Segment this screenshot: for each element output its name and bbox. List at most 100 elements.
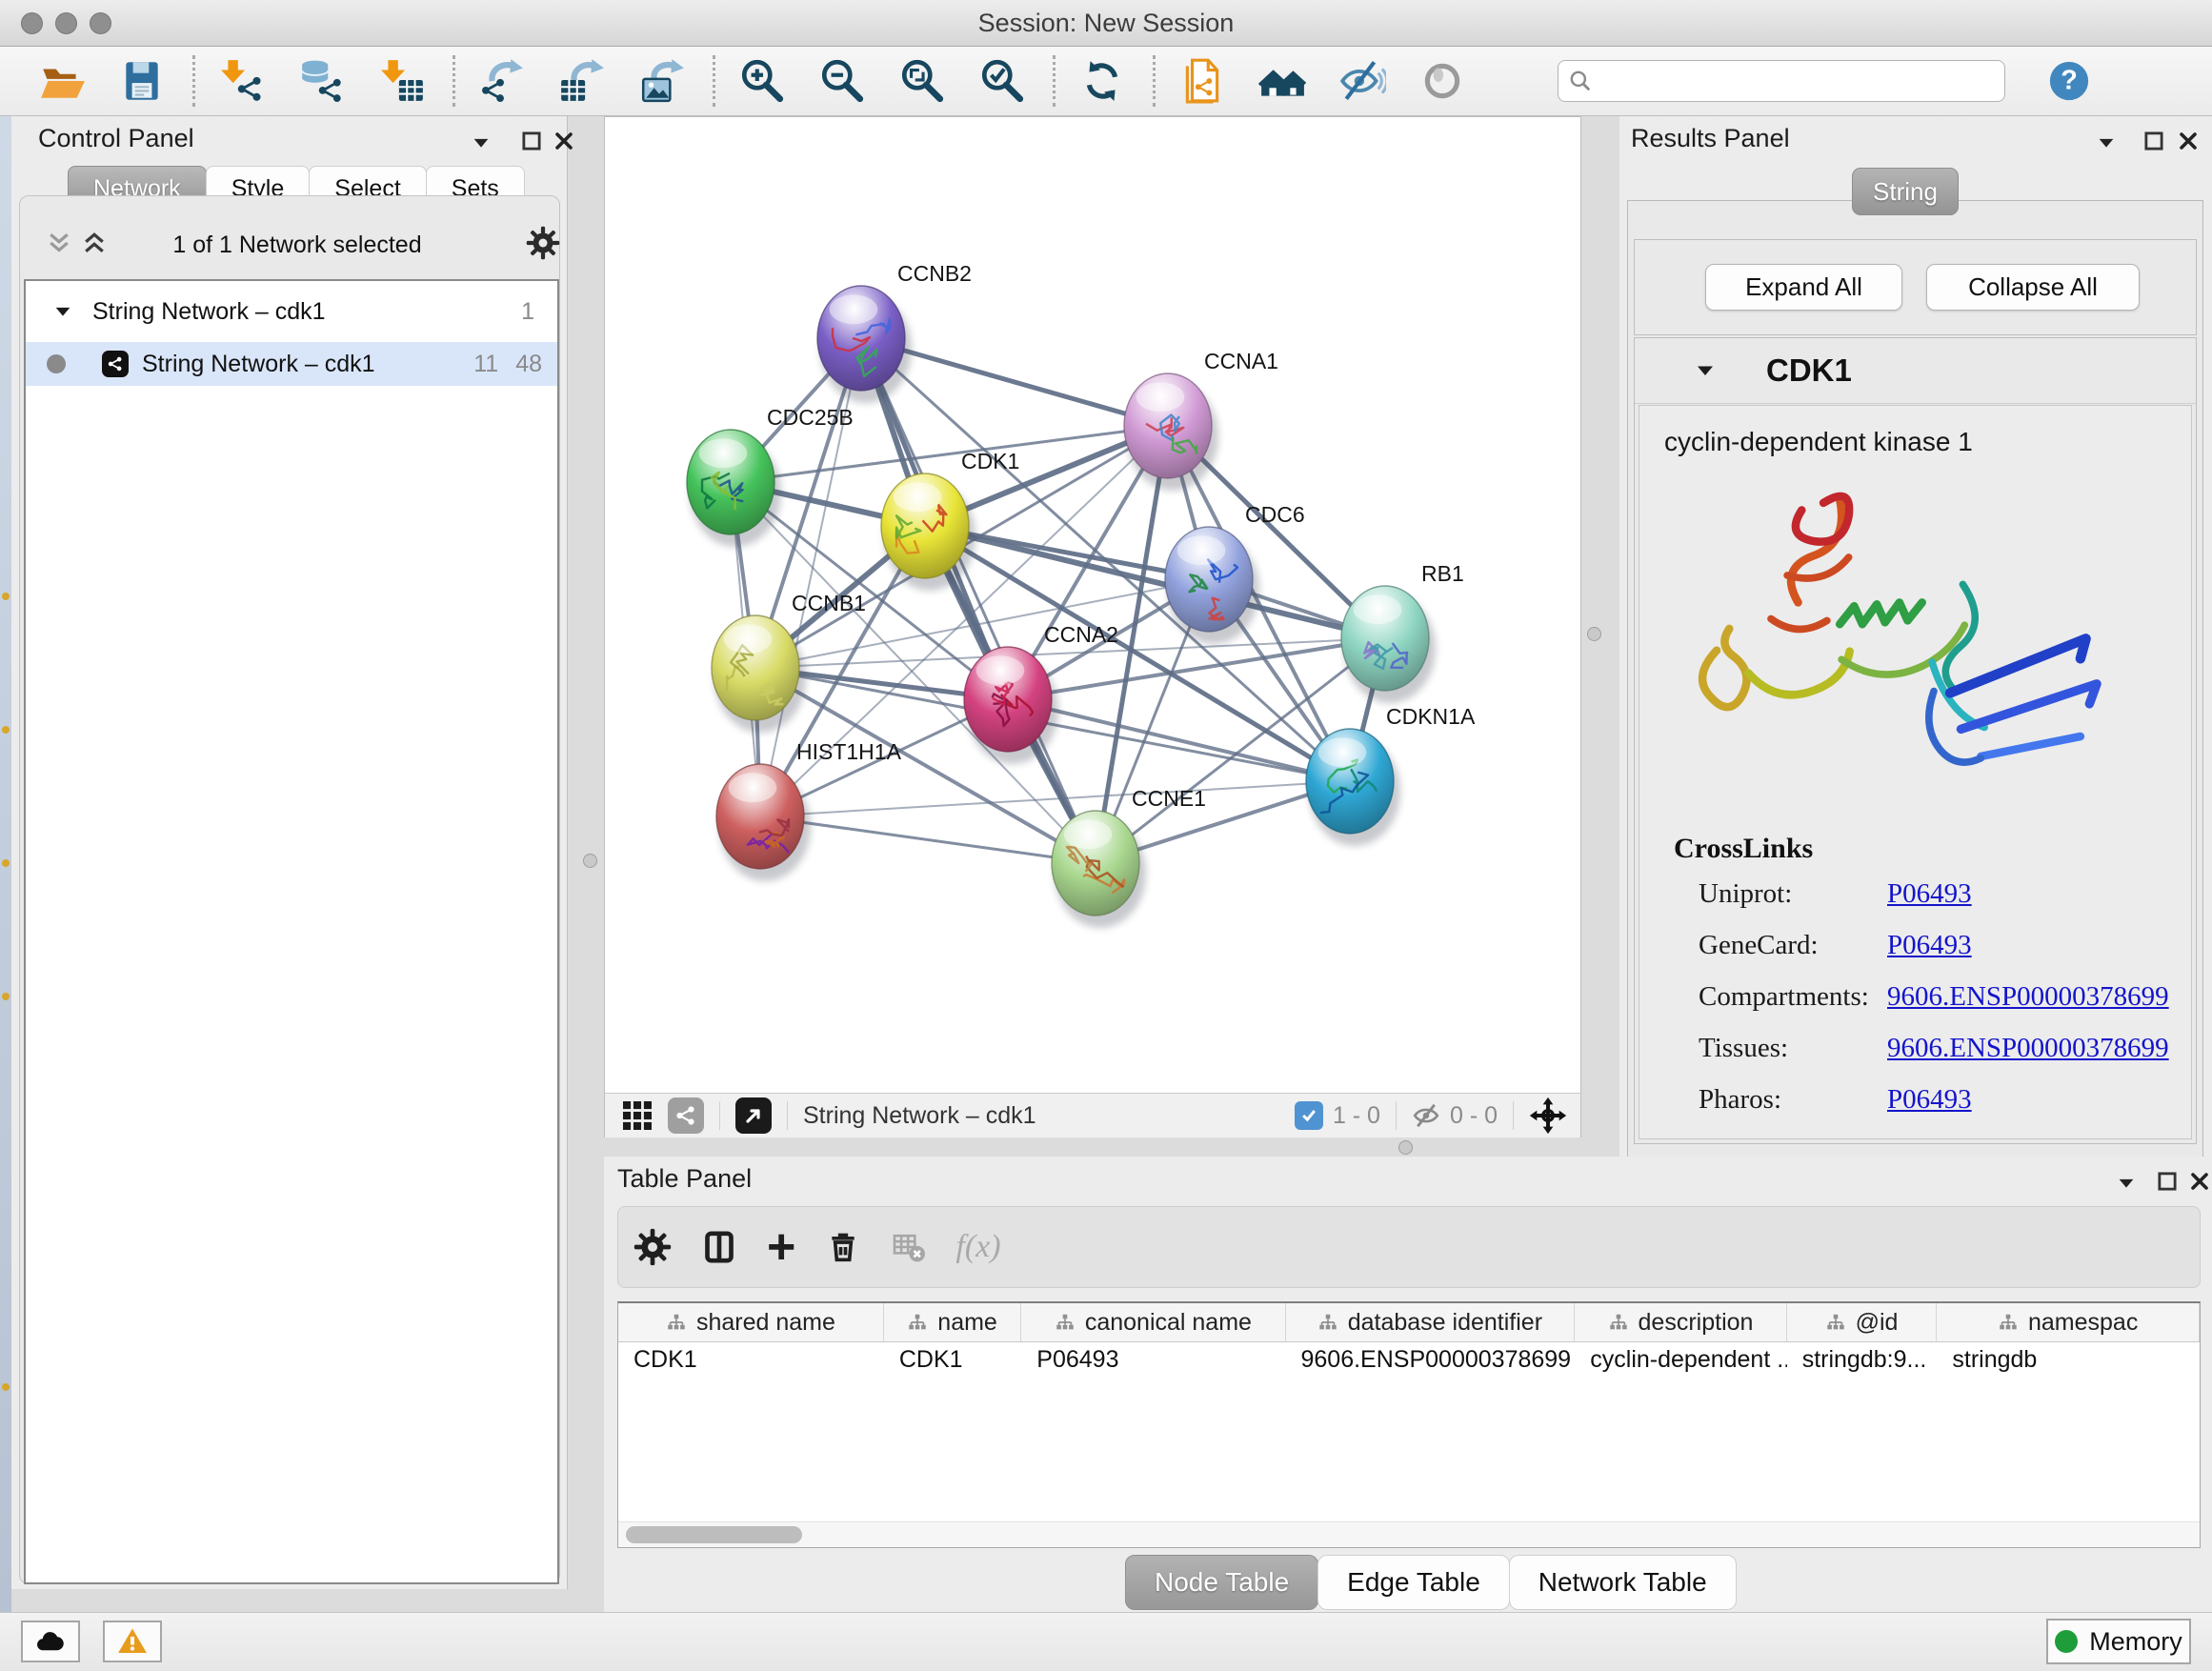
table-cell[interactable]: P06493 [1021, 1342, 1285, 1380]
hidden-eye-icon[interactable] [1412, 1101, 1440, 1130]
save-session-icon[interactable] [118, 57, 166, 105]
zoom-in-icon[interactable] [738, 57, 786, 105]
export-image-icon[interactable] [638, 57, 686, 105]
network-row-selected[interactable]: String Network – cdk1 11 48 [26, 342, 557, 386]
columns-icon[interactable] [700, 1228, 738, 1266]
import-network-file-icon[interactable] [218, 57, 266, 105]
float-panel-icon[interactable] [2155, 1169, 2180, 1194]
table-cell[interactable]: stringdb [1937, 1342, 2200, 1380]
expand-all-networks-icon[interactable] [80, 229, 109, 257]
horizontal-scrollbar[interactable] [618, 1521, 2200, 1547]
zoom-out-icon[interactable] [818, 57, 866, 105]
import-network-database-icon[interactable] [298, 57, 346, 105]
node-result-header[interactable]: CDK1 [1635, 338, 2196, 404]
network-collection-row[interactable]: String Network – cdk1 1 [26, 281, 557, 342]
add-icon[interactable]: + [767, 1228, 795, 1266]
node-description: cyclin-dependent kinase 1 [1664, 427, 2191, 457]
table-cell[interactable]: cyclin-dependent ... [1575, 1342, 1786, 1380]
collapse-all-button[interactable]: Collapse All [1926, 264, 2140, 311]
crosslink-link[interactable]: P06493 [1887, 1084, 1972, 1116]
gear-icon[interactable] [633, 1228, 672, 1266]
export-network-icon[interactable] [478, 57, 526, 105]
grid-view-icon[interactable] [620, 1098, 654, 1133]
zoom-fit-icon[interactable] [898, 57, 946, 105]
collapse-all-networks-icon[interactable] [45, 229, 73, 257]
scrollbar-thumb[interactable] [626, 1526, 802, 1543]
close-panel-icon[interactable] [553, 130, 575, 152]
column-header[interactable]: canonical name [1021, 1303, 1285, 1341]
float-panel-icon[interactable] [519, 129, 544, 153]
collapse-entry-icon[interactable] [1694, 359, 1717, 382]
network-node[interactable]: RB1 [1341, 561, 1464, 703]
crosslink-link[interactable]: 9606.ENSP00000378699 [1887, 1033, 2169, 1064]
hide-eye-icon[interactable] [1338, 57, 1386, 105]
network-options-gear-icon[interactable] [526, 226, 560, 260]
selected-checkbox-icon[interactable] [1295, 1101, 1323, 1130]
right-splitter-handle[interactable] [1587, 627, 1601, 641]
table-cell[interactable]: CDK1 [884, 1342, 1021, 1380]
show-eye-icon[interactable] [1418, 57, 1466, 105]
tab-edge-table[interactable]: Edge Table [1317, 1555, 1510, 1610]
table-cell[interactable]: 9606.ENSP00000378699 [1286, 1342, 1576, 1380]
cloud-status-button[interactable] [21, 1621, 80, 1662]
zoom-window-icon[interactable] [90, 12, 111, 34]
table-row[interactable]: CDK1CDK1P064939606.ENSP00000378699cyclin… [618, 1342, 2200, 1380]
table-cell[interactable]: stringdb:9... [1787, 1342, 1938, 1380]
help-icon[interactable]: ? [2047, 59, 2091, 103]
network-overview-icon[interactable] [668, 1097, 704, 1134]
network-canvas[interactable]: CCNB2CCNA1CDC25BCDK1CDC6RB1CCNB1CCNA2CDK… [605, 117, 1580, 1093]
network-node[interactable]: CDC6 [1165, 502, 1305, 644]
network-edge[interactable] [1008, 699, 1350, 781]
left-splitter-handle[interactable] [583, 854, 597, 868]
column-header[interactable]: name [884, 1303, 1021, 1341]
network-node[interactable]: CDC25B [687, 405, 854, 547]
column-header[interactable]: @id [1787, 1303, 1938, 1341]
warnings-button[interactable] [103, 1621, 162, 1662]
network-node[interactable]: CCNE1 [1052, 786, 1206, 928]
minimize-window-icon[interactable] [55, 12, 77, 34]
network-edge[interactable] [861, 338, 1096, 863]
tab-node-table[interactable]: Node Table [1125, 1555, 1318, 1610]
float-panel-icon[interactable] [2142, 129, 2166, 153]
refresh-icon[interactable] [1078, 57, 1126, 105]
clear-table-icon[interactable] [891, 1229, 927, 1265]
import-table-file-icon[interactable] [378, 57, 426, 105]
table-cell[interactable]: CDK1 [618, 1342, 884, 1380]
column-header[interactable]: namespac [1937, 1303, 2200, 1341]
network-node[interactable]: CDKN1A [1306, 704, 1476, 846]
collection-expander-icon[interactable] [52, 301, 73, 322]
crosslinks-title: CrossLinks [1674, 833, 2191, 865]
open-session-icon[interactable] [38, 57, 86, 105]
function-icon[interactable]: f(x) [955, 1229, 1000, 1265]
tab-network-table[interactable]: Network Table [1509, 1555, 1737, 1610]
network-node[interactable]: CCNB1 [712, 591, 866, 733]
detach-view-icon[interactable] [735, 1097, 772, 1134]
close-window-icon[interactable] [21, 12, 43, 34]
tab-string-results[interactable]: String [1852, 168, 1959, 215]
close-panel-icon[interactable] [2177, 130, 2200, 152]
memory-button[interactable]: Memory [2046, 1619, 2191, 1664]
home-networks-icon[interactable] [1258, 57, 1306, 105]
network-node[interactable]: CCNB2 [817, 261, 972, 403]
panel-menu-icon[interactable] [2116, 1173, 2137, 1194]
bottom-splitter-handle[interactable] [1398, 1140, 1413, 1155]
export-table-icon[interactable] [558, 57, 606, 105]
search-field[interactable] [1593, 67, 1978, 95]
expand-all-button[interactable]: Expand All [1705, 264, 1902, 311]
crosslink-link[interactable]: P06493 [1887, 878, 1972, 910]
panel-menu-icon[interactable] [2096, 132, 2117, 153]
column-header[interactable]: shared name [618, 1303, 884, 1341]
close-panel-icon[interactable] [2188, 1170, 2211, 1193]
network-node[interactable]: CCNA1 [1124, 349, 1278, 491]
crosslink-link[interactable]: P06493 [1887, 930, 1972, 961]
string-document-icon[interactable] [1178, 57, 1226, 105]
delete-icon[interactable] [824, 1228, 862, 1266]
panel-menu-icon[interactable] [471, 132, 492, 153]
column-header[interactable]: description [1575, 1303, 1786, 1341]
column-header[interactable]: database identifier [1286, 1303, 1576, 1341]
network-graph[interactable]: CCNB2CCNA1CDC25BCDK1CDC6RB1CCNB1CCNA2CDK… [605, 117, 1580, 1093]
birdseye-navigator-icon[interactable] [1529, 1097, 1567, 1135]
search-input[interactable] [1558, 60, 2005, 102]
zoom-selected-icon[interactable] [978, 57, 1026, 105]
crosslink-link[interactable]: 9606.ENSP00000378699 [1887, 981, 2169, 1013]
